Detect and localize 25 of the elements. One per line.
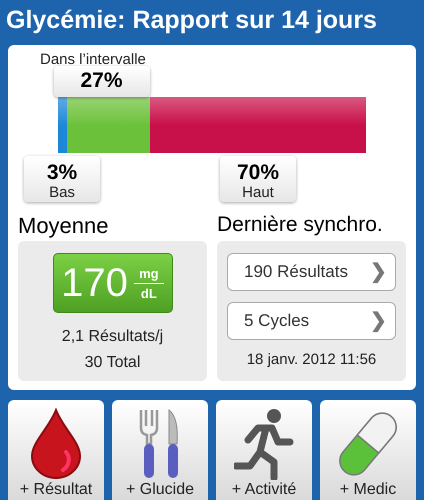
stat-text: 30 Total (84, 353, 140, 373)
percent-value: 3% (46, 162, 78, 183)
screen-title: Glycémie: Rapport sur 14 jours (5, 5, 378, 36)
link-button[interactable]: 5 Cycles ❯ (227, 302, 396, 340)
section-heading: Moyenne (18, 212, 110, 240)
range-label: Dans l’intervalle (40, 50, 146, 70)
chevron-icon: ❯ (370, 257, 387, 287)
chevron-icon: ❯ (370, 306, 387, 336)
unit-text: mg (139, 266, 159, 282)
average-value: 170 (61, 263, 128, 303)
percent-value: 27% (80, 70, 123, 91)
add-button[interactable]: + Résultat (8, 400, 104, 500)
blood-drop-icon (29, 408, 83, 480)
running-person-icon (234, 408, 294, 480)
range-label: Bas (49, 185, 75, 200)
add-button[interactable]: + Activité (216, 400, 312, 500)
range-label: Haut (242, 185, 274, 200)
stat-text: 2,1 Résultats/j (62, 327, 164, 347)
unit-text: dL (140, 284, 157, 300)
percent-value: 70% (236, 162, 280, 183)
link-button[interactable]: 190 Résultats ❯ (227, 253, 396, 291)
add-button[interactable]: + Glucide (112, 400, 208, 500)
section-heading: Dernière synchro. (217, 212, 384, 238)
sync-date: 18 janv. 2012 11:56 (246, 350, 378, 370)
add-button[interactable]: + Medic (320, 400, 416, 500)
